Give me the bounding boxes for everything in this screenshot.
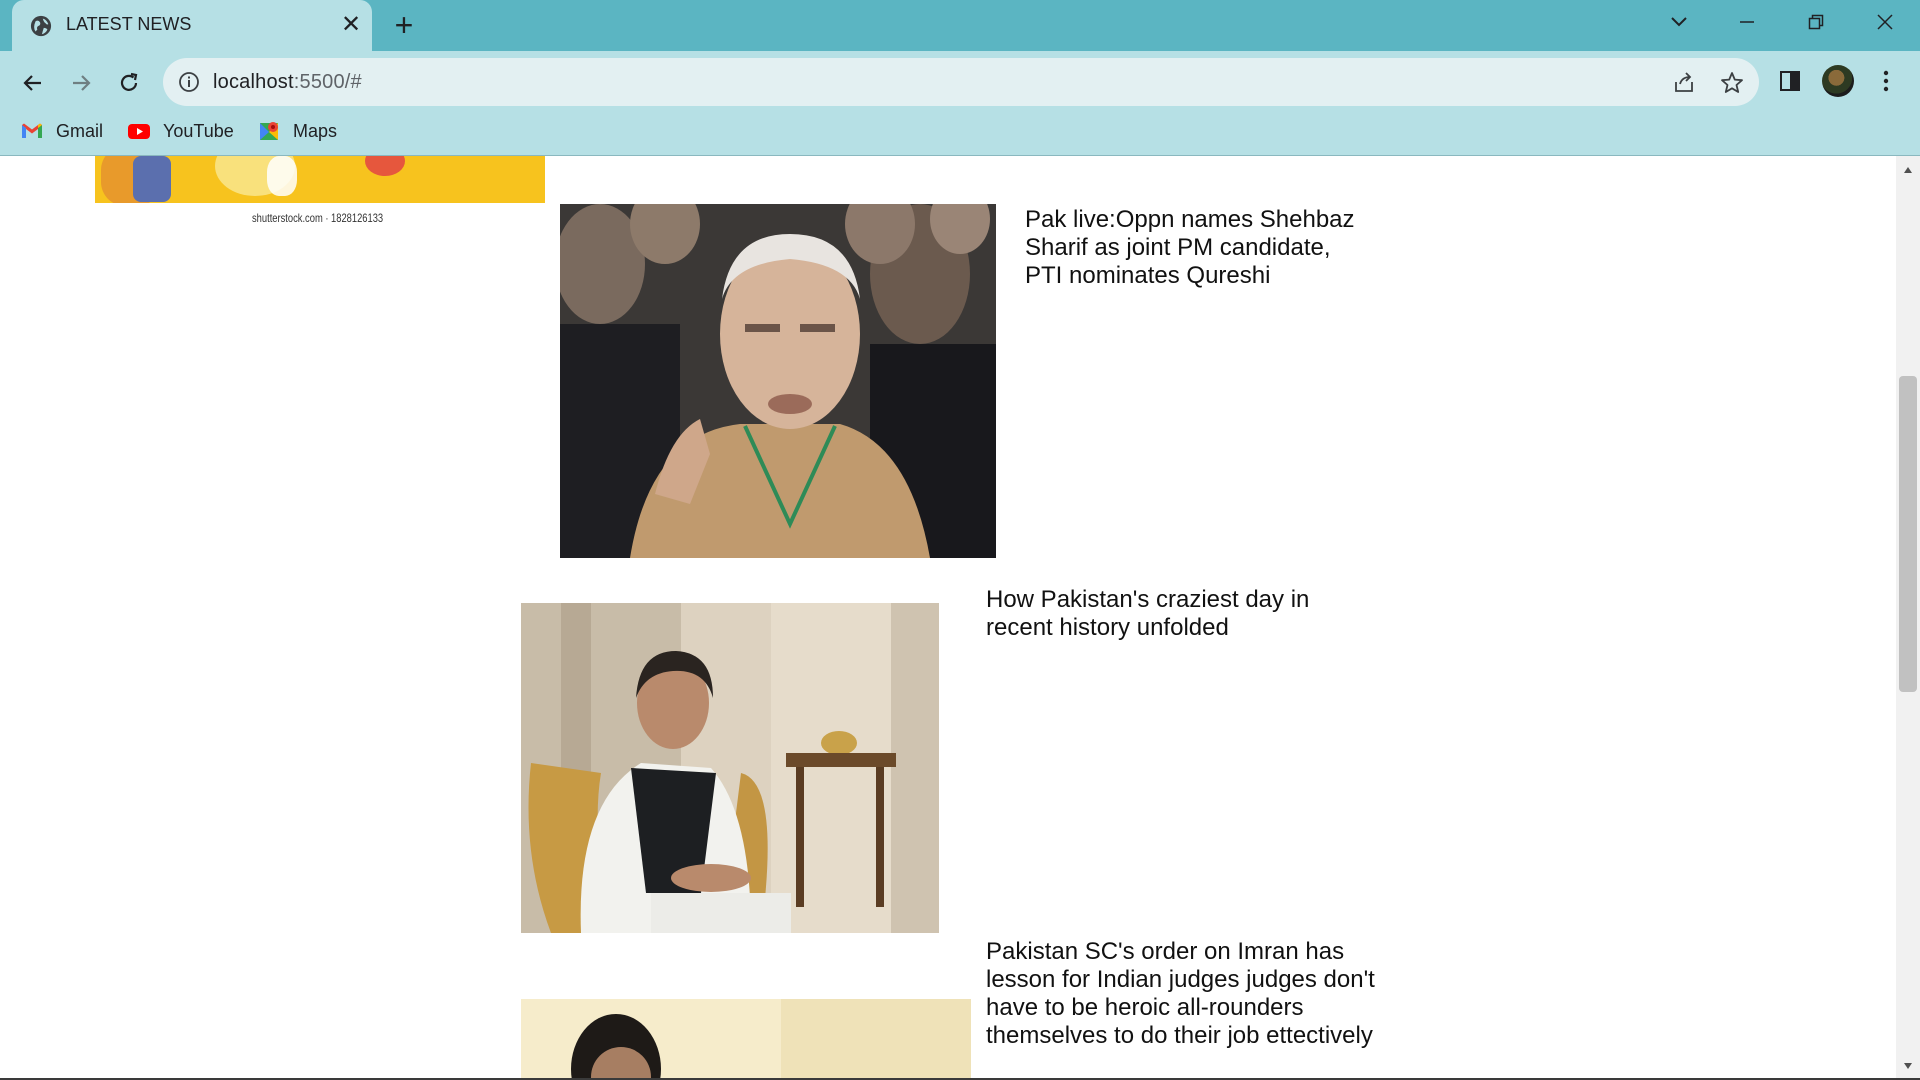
scrollbar-thumb[interactable] — [1899, 376, 1917, 692]
url-path: :5500/# — [293, 71, 362, 93]
bookmark-label: Gmail — [56, 120, 104, 141]
restore-icon — [1808, 14, 1824, 30]
reload-button[interactable] — [111, 65, 147, 101]
imran-khan-seated-photo — [521, 603, 939, 933]
youtube-icon — [128, 124, 150, 139]
title-bar: LATEST NEWS ✕ + — [0, 0, 1920, 51]
star-icon[interactable] — [1719, 70, 1745, 96]
triangle-down-icon — [1904, 1063, 1912, 1069]
banner-image — [95, 156, 545, 203]
tab-title: LATEST NEWS — [66, 14, 192, 34]
tab-search-button[interactable] — [1649, 0, 1709, 44]
gmail-icon — [22, 123, 42, 138]
browser-toolbar: localhost:5500/# Gmail YouTube Maps — [0, 51, 1920, 156]
minimize-icon — [1740, 21, 1754, 23]
forward-button[interactable] — [63, 65, 99, 101]
address-bar[interactable]: localhost:5500/# — [163, 58, 1759, 106]
news-headline[interactable]: Pakistan SC's order on Imran has lesson … — [986, 938, 1386, 1050]
url-text[interactable]: localhost:5500/# — [213, 71, 362, 94]
close-window-button[interactable] — [1855, 0, 1915, 44]
page-content: shutterstock.com · 1828126133 Pak live:O… — [0, 156, 1896, 1080]
info-icon[interactable] — [177, 70, 201, 94]
tab-latest-news[interactable]: LATEST NEWS ✕ — [12, 0, 372, 51]
bookmark-label: Maps — [293, 120, 338, 141]
bookmark-gmail[interactable]: Gmail — [20, 115, 103, 147]
back-button[interactable] — [15, 65, 51, 101]
banner-caption: shutterstock.com · 1828126133 — [252, 211, 384, 225]
news-image-imran-seated[interactable] — [521, 603, 939, 933]
imran-khan-photo — [521, 999, 971, 1080]
globe-icon — [30, 15, 52, 37]
scroll-down-arrow[interactable] — [1896, 1056, 1920, 1076]
news-headline[interactable]: How Pakistan's craziest day in recent hi… — [986, 586, 1346, 642]
bookmarks-bar: Gmail YouTube Maps — [0, 111, 1920, 151]
reload-icon — [120, 72, 138, 91]
news-image-shehbaz[interactable] — [560, 204, 996, 558]
more-vert-icon — [1883, 70, 1889, 92]
side-panel-icon — [1780, 71, 1800, 91]
news-headline[interactable]: Pak live:Oppn names Shehbaz Sharif as jo… — [1025, 206, 1365, 290]
arrow-left-icon — [23, 75, 41, 91]
scroll-up-arrow[interactable] — [1896, 160, 1920, 180]
maps-icon — [260, 122, 278, 140]
close-icon — [1877, 14, 1893, 30]
close-tab-icon[interactable]: ✕ — [338, 12, 364, 38]
chevron-down-icon — [1671, 17, 1687, 27]
url-host: localhost — [213, 71, 294, 93]
profile-button[interactable] — [1820, 63, 1856, 99]
bookmark-label: YouTube — [163, 120, 234, 141]
minimize-button[interactable] — [1717, 0, 1777, 44]
share-icon[interactable] — [1671, 70, 1697, 96]
new-tab-button[interactable]: + — [388, 9, 420, 42]
bookmark-youtube[interactable]: YouTube — [127, 115, 234, 147]
page-scrollbar[interactable] — [1896, 156, 1920, 1080]
shehbaz-sharif-photo — [560, 204, 996, 558]
avatar — [1822, 65, 1854, 97]
bookmark-maps[interactable]: Maps — [257, 115, 337, 147]
arrow-right-icon — [73, 75, 91, 91]
side-panel-button[interactable] — [1772, 63, 1808, 99]
restore-button[interactable] — [1786, 0, 1846, 44]
news-image-imran[interactable] — [521, 999, 971, 1080]
triangle-up-icon — [1904, 167, 1912, 173]
menu-button[interactable] — [1868, 63, 1904, 99]
